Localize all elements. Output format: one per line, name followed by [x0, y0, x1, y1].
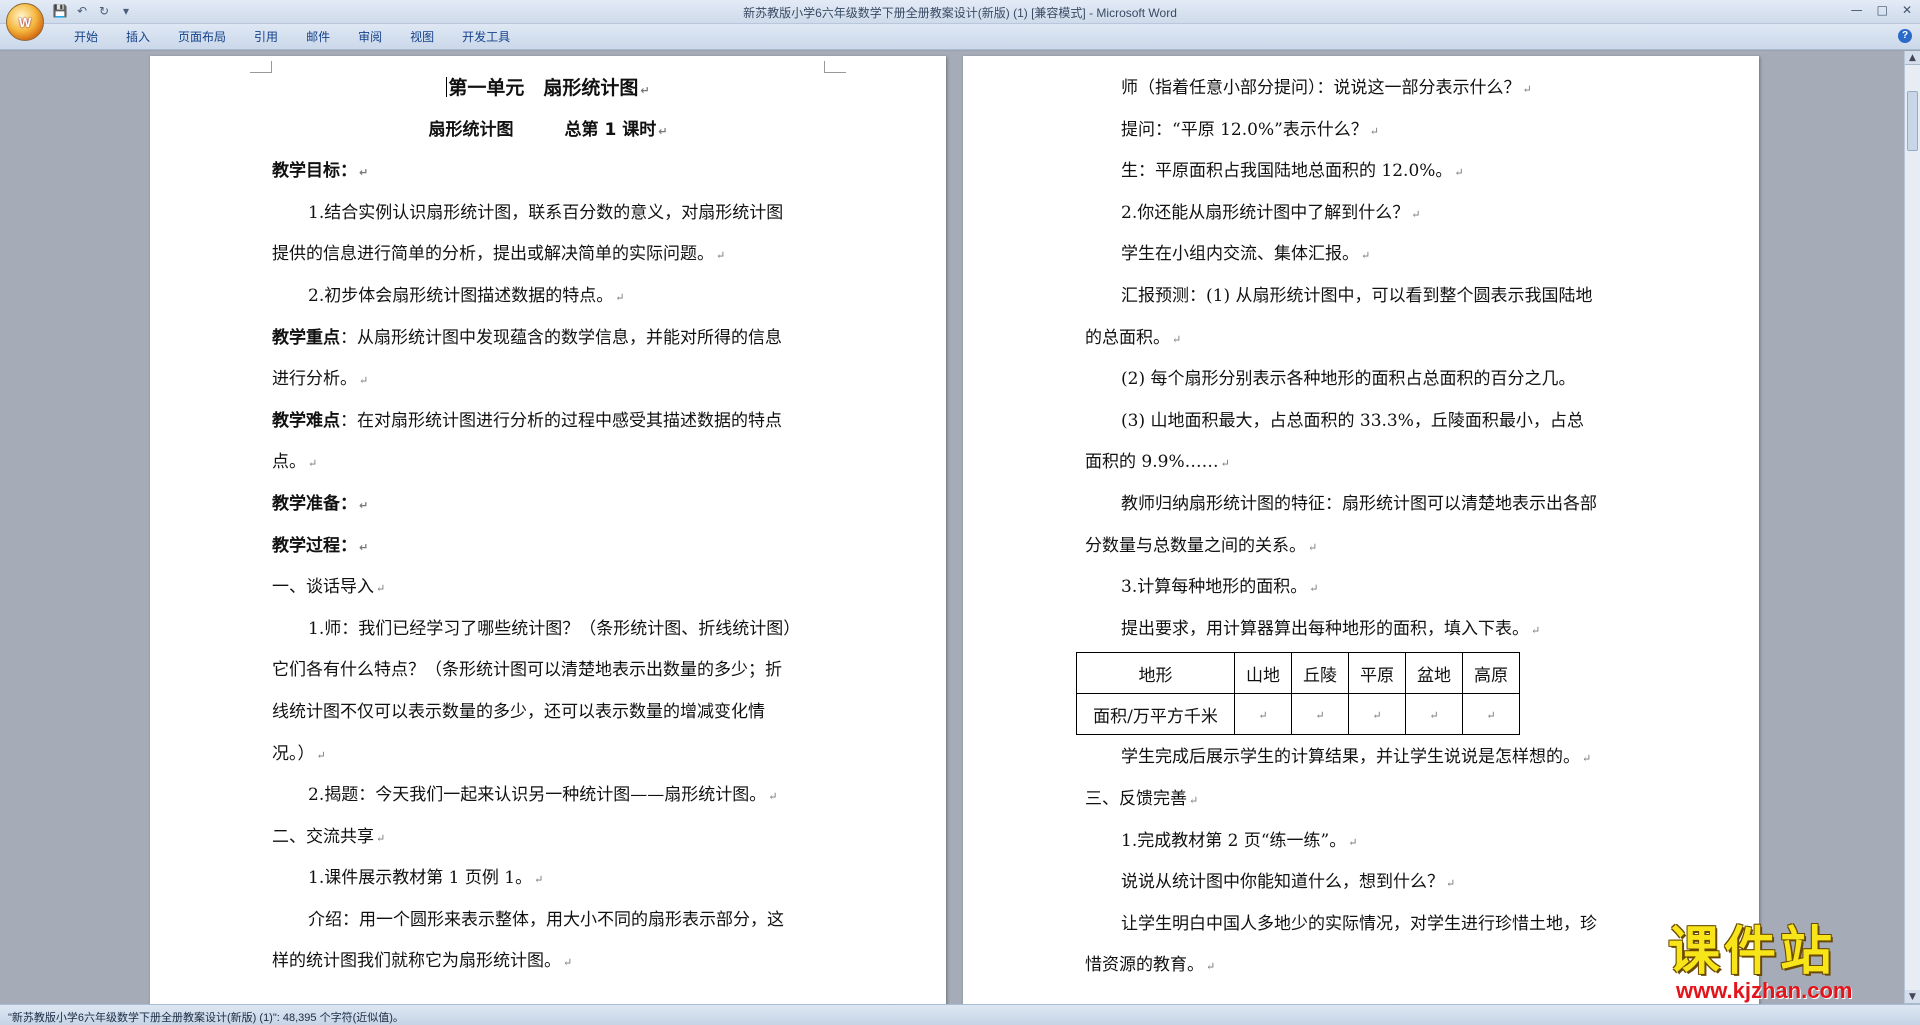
- section-heading: 二、交流共享 ↵: [272, 826, 386, 847]
- paragraph: 1.课件展示教材第 1 页例 1。 ↵: [308, 868, 544, 889]
- terrain-table-wrap: 地形 山地 丘陵 平原 盆地 高原 面积/万平方千米 ↵ ↵ ↵ ↵ ↵: [1076, 650, 1637, 737]
- title-bar: W 💾 ↶ ↻ ▾ 新苏教版小学6六年级数学下册全册教案设计(新版) (1) […: [0, 0, 1920, 41]
- tab-page-layout[interactable]: 页面布局: [164, 29, 240, 45]
- paragraph: (2) 每个扇形分别表示各种地形的面积占总面积的百分之几。: [1121, 369, 1576, 390]
- paragraph: 样的统计图我们就称它为扇形统计图。 ↵: [272, 951, 573, 972]
- paragraph: 教师归纳扇形统计图的特征：扇形统计图可以清楚地表示出各部: [1121, 493, 1597, 514]
- table-cell-empty[interactable]: ↵: [1348, 693, 1406, 736]
- section-heading: 三、反馈完善 ↵: [1085, 788, 1199, 809]
- page-corner-mark: [824, 61, 846, 73]
- paragraph: 2.初步体会扇形统计图描述数据的特点。 ↵: [308, 285, 625, 306]
- tab-insert[interactable]: 插入: [112, 29, 164, 45]
- scroll-down-icon[interactable]: ▼: [1905, 990, 1920, 1004]
- paragraph: 师（指着任意小部分提问）：说说这一部分表示什么？ ↵: [1121, 78, 1532, 98]
- tab-view[interactable]: 视图: [396, 29, 448, 45]
- section-heading: 一、谈话导入 ↵: [272, 577, 386, 598]
- watermark: 课件站 www.kjzhan.com: [1668, 924, 1904, 1002]
- table-header-cell[interactable]: 山地: [1234, 652, 1292, 695]
- tab-review[interactable]: 审阅: [344, 29, 396, 45]
- paragraph: 惜资源的教育。 ↵: [1085, 955, 1216, 976]
- paragraph: 教学难点：在对扇形统计图进行分析的过程中感受其描述数据的特点: [272, 410, 782, 431]
- office-logo-icon: W: [18, 14, 32, 30]
- paragraph: 1.结合实例认识扇形统计图，联系百分数的意义，对扇形统计图: [308, 202, 784, 223]
- table-cell-empty[interactable]: ↵: [1291, 693, 1349, 736]
- status-text: "新苏教版小学6六年级数学下册全册教案设计(新版) (1)": 48,395 个…: [8, 1012, 404, 1024]
- process-label: 教学过程： ↵: [272, 535, 369, 556]
- maximize-icon[interactable]: □: [1877, 3, 1888, 17]
- vertical-scrollbar[interactable]: ▲ ▼: [1904, 51, 1920, 1004]
- page-corner-mark: [250, 61, 272, 73]
- table-header-cell[interactable]: 盆地: [1405, 652, 1463, 695]
- paragraph: 2.你还能从扇形统计图中了解到什么？ ↵: [1121, 202, 1421, 223]
- minimize-icon[interactable]: —: [1851, 3, 1863, 17]
- watermark-logo-text: 课件站: [1668, 922, 1837, 982]
- paragraph: 介绍：用一个圆形来表示整体，用大小不同的扇形表示部分，这: [308, 909, 784, 930]
- paragraph: 点。 ↵: [272, 452, 318, 473]
- paragraph: 况。） ↵: [272, 743, 326, 764]
- table-row-label[interactable]: 面积/万平方千米: [1076, 693, 1235, 736]
- paragraph: 让学生明白中国人多地少的实际情况，对学生进行珍惜土地，珍: [1121, 913, 1597, 934]
- tab-mailings[interactable]: 邮件: [292, 29, 344, 45]
- close-icon[interactable]: ✕: [1902, 3, 1912, 17]
- goal-label: 教学目标： ↵: [272, 161, 369, 182]
- table-cell-empty[interactable]: ↵: [1405, 693, 1463, 736]
- paragraph: 线统计图不仅可以表示数量的多少，还可以表示数量的增减变化情: [272, 701, 765, 722]
- scroll-up-icon[interactable]: ▲: [1905, 51, 1920, 65]
- watermark-url: www.kjzhan.com: [1676, 978, 1853, 1003]
- paragraph: 教学重点：从扇形统计图中发现蕴含的数学信息，并能对所得的信息: [272, 327, 782, 348]
- terrain-area-table[interactable]: 地形 山地 丘陵 平原 盆地 高原 面积/万平方千米 ↵ ↵ ↵ ↵ ↵: [1076, 652, 1520, 736]
- paragraph: 提问：“平原 12.0%”表示什么？ ↵: [1121, 119, 1380, 140]
- document-subtitle: 扇形统计图 总第 1 课时 ↵: [428, 119, 668, 140]
- office-button[interactable]: W: [6, 3, 44, 41]
- table-header-cell[interactable]: 丘陵: [1291, 652, 1349, 695]
- document-workspace: 第一单元 扇形统计图 ↵ 扇形统计图 总第 1 课时 ↵ 教学目标： ↵ 1.结合实例…: [0, 51, 1904, 1004]
- document-title: 第一单元 扇形统计图 ↵: [446, 77, 650, 99]
- paragraph: 1.完成教材第 2 页“练一练”。 ↵: [1121, 830, 1358, 851]
- table-row: 地形 山地 丘陵 平原 盆地 高原: [1076, 652, 1520, 695]
- table-header-cell[interactable]: 平原: [1348, 652, 1406, 695]
- paragraph: (3) 山地面积最大，占总面积的 33.3%，丘陵面积最小，占总: [1121, 410, 1584, 431]
- paragraph: 汇报预测：(1) 从扇形统计图中，可以看到整个圆表示我国陆地: [1121, 285, 1593, 306]
- paragraph: 的总面积。 ↵: [1085, 327, 1182, 348]
- paragraph: 1.师：我们已经学习了哪些统计图？（条形统计图、折线统计图）: [308, 618, 801, 639]
- status-bar: "新苏教版小学6六年级数学下册全册教案设计(新版) (1)": 48,395 个…: [0, 1004, 1920, 1025]
- table-header-cell[interactable]: 地形: [1076, 652, 1235, 695]
- paragraph: 2.揭题：今天我们一起来认识另一种统计图——扇形统计图。 ↵: [308, 785, 778, 806]
- tab-references[interactable]: 引用: [240, 29, 292, 45]
- page-right-content: 师（指着任意小部分提问）：说说这一部分表示什么？ ↵ 提问：“平原 12.0%”表…: [1076, 68, 1637, 987]
- page-left[interactable]: 第一单元 扇形统计图 ↵ 扇形统计图 总第 1 课时 ↵ 教学目标： ↵ 1.结合实例…: [150, 56, 946, 1004]
- tab-developer[interactable]: 开发工具: [448, 29, 524, 45]
- paragraph: 学生完成后展示学生的计算结果，并让学生说说是怎样想的。 ↵: [1121, 747, 1592, 768]
- table-cell-empty[interactable]: ↵: [1234, 693, 1292, 736]
- scroll-thumb[interactable]: [1907, 91, 1918, 151]
- table-header-cell[interactable]: 高原: [1462, 652, 1520, 695]
- ribbon-tabs: 开始 插入 页面布局 引用 邮件 审阅 视图 开发工具: [60, 29, 524, 45]
- table-cell-empty[interactable]: ↵: [1462, 693, 1520, 736]
- page-left-content: 第一单元 扇形统计图 ↵ 扇形统计图 总第 1 课时 ↵ 教学目标： ↵ 1.结合实例…: [272, 68, 824, 983]
- paragraph: 提供的信息进行简单的分析，提出或解决简单的实际问题。 ↵: [272, 244, 726, 265]
- window-controls: — □ ✕: [1851, 3, 1912, 17]
- tab-home[interactable]: 开始: [60, 29, 112, 45]
- paragraph: 说说从统计图中你能知道什么，想到什么？ ↵: [1121, 872, 1456, 893]
- paragraph: 生：平原面积占我国陆地总面积的 12.0%。 ↵: [1121, 161, 1464, 182]
- page-right[interactable]: 师（指着任意小部分提问）：说说这一部分表示什么？ ↵ 提问：“平原 12.0%”表…: [963, 56, 1759, 1004]
- help-icon[interactable]: ?: [1898, 29, 1912, 43]
- paragraph: 提出要求，用计算器算出每种地形的面积，填入下表。 ↵: [1121, 618, 1541, 639]
- paragraph: 分数量与总数量之间的关系。 ↵: [1085, 535, 1318, 556]
- paragraph: 面积的 9.9%…… ↵: [1085, 452, 1230, 473]
- window-title: 新苏教版小学6六年级数学下册全册教案设计(新版) (1) [兼容模式] - Mi…: [743, 6, 1177, 20]
- ribbon: 开始 插入 页面布局 引用 邮件 审阅 视图 开发工具 ?: [0, 24, 1920, 50]
- paragraph: 它们各有什么特点？（条形统计图可以清楚地表示出数量的多少；折: [272, 660, 782, 681]
- prep-label: 教学准备： ↵: [272, 493, 369, 514]
- paragraph: 学生在小组内交流、集体汇报。 ↵: [1121, 244, 1371, 265]
- table-row: 面积/万平方千米 ↵ ↵ ↵ ↵ ↵: [1076, 693, 1520, 736]
- paragraph: 3.计算每种地形的面积。 ↵: [1121, 577, 1319, 598]
- paragraph: 进行分析。 ↵: [272, 369, 369, 390]
